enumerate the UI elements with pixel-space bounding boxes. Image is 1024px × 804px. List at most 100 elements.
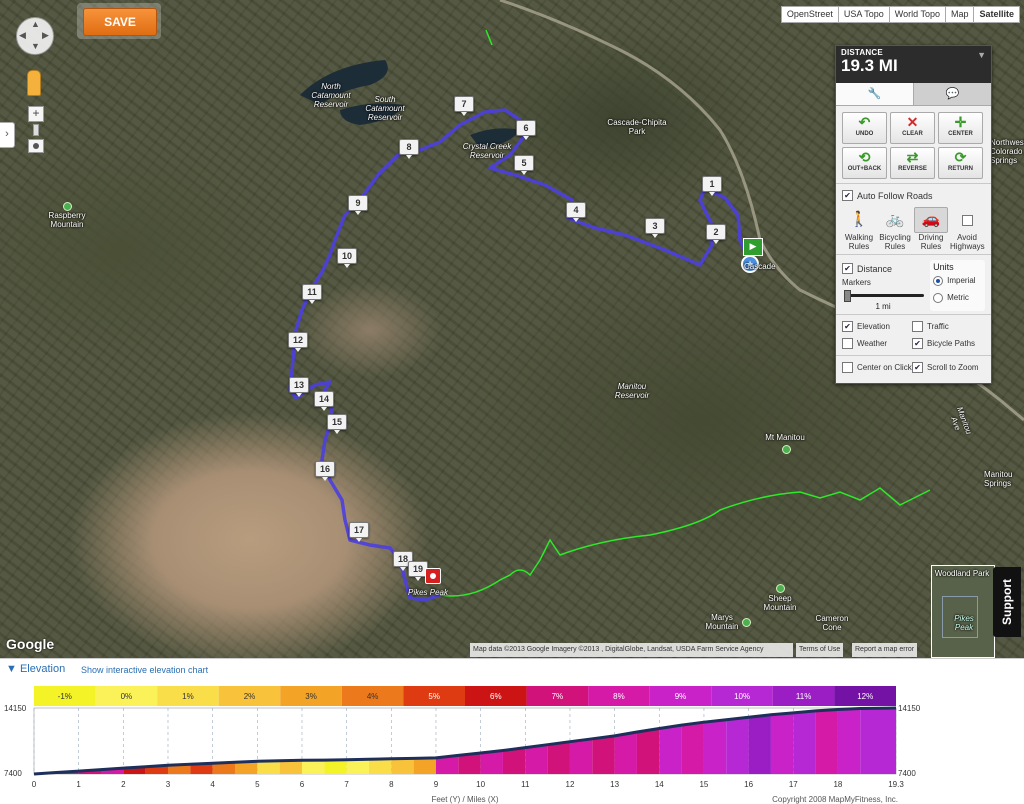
center-on-click-checkbox[interactable] <box>842 362 853 373</box>
map-type-map[interactable]: Map <box>944 6 975 23</box>
pan-up-icon[interactable]: ▲ <box>31 19 40 29</box>
collapse-panel-icon[interactable]: ▼ <box>977 50 986 60</box>
weather-checkbox[interactable] <box>842 338 853 349</box>
imperial-radio[interactable] <box>933 275 944 286</box>
out-and-back-button[interactable]: ⟲ OUT+BACK <box>842 147 887 179</box>
avoid-highways-checkbox[interactable] <box>961 214 973 226</box>
route-marker[interactable]: 1 <box>702 176 722 196</box>
comment-tab-icon[interactable]: 💬 <box>914 83 991 105</box>
x-tick-labels: 0 1 2 3 4 5 6 7 8 9 10 11 12 13 14 15 16 17 18 19.3 <box>32 780 905 789</box>
return-button[interactable]: ⟳ RETURN <box>938 147 983 179</box>
route-marker[interactable]: 13 <box>289 377 309 397</box>
elevation-chart: -1% 0% 1% 2% 3% 4% 5% 6% 7% 8% 9% 10% 11% 12% 0123456… <box>4 686 921 804</box>
map-label: Raspberry Mountain <box>48 211 86 229</box>
scroll-to-zoom-checkbox[interactable]: ✔ <box>912 362 923 373</box>
car-icon: 🚗 <box>914 207 948 233</box>
driving-rules-option[interactable]: 🚗 Driving Rules <box>914 207 948 251</box>
route-marker[interactable]: 12 <box>288 332 308 352</box>
clear-button[interactable]: ✕ CLEAR <box>890 112 935 144</box>
grade-bar <box>324 759 347 774</box>
route-marker[interactable]: 5 <box>514 155 534 175</box>
slider-knob[interactable] <box>844 290 851 302</box>
peak-pin-icon <box>63 202 72 211</box>
route-marker[interactable]: 11 <box>302 284 322 304</box>
zoom-out-button[interactable] <box>28 139 44 153</box>
route-marker[interactable]: 9 <box>348 195 368 215</box>
elevation-checkbox[interactable]: ✔ <box>842 321 853 332</box>
support-tab[interactable]: Support <box>993 567 1021 637</box>
grade-bar <box>525 744 548 774</box>
x-axis-label: Feet (Y) / Miles (X) <box>431 795 498 804</box>
route-marker[interactable]: 2 <box>706 224 726 244</box>
bicycle-path <box>439 487 931 597</box>
minimap-viewport <box>942 596 978 638</box>
x-tick-label: 9 <box>434 780 439 789</box>
wrench-tab-icon[interactable]: 🔧 <box>836 83 914 105</box>
map-type-openstreet[interactable]: OpenStreet <box>780 6 839 23</box>
grade-bar <box>346 759 369 774</box>
walking-rules-option[interactable]: 🚶 Walking Rules <box>842 207 876 251</box>
x-tick-label: 2 <box>121 780 126 789</box>
map-type-usa-topo[interactable]: USA Topo <box>837 6 890 23</box>
avoid-highways-option[interactable]: Avoid Highways <box>950 207 985 251</box>
grade-bar <box>391 758 414 774</box>
bicycle-paths-checkbox[interactable]: ✔ <box>912 338 923 349</box>
zoom-in-button[interactable]: + <box>28 106 44 122</box>
undo-button[interactable]: ↶ UNDO <box>842 112 887 144</box>
grade-bar <box>681 722 704 774</box>
overview-minimap[interactable]: Woodland Park Pikes Peak <box>931 565 995 658</box>
auto-follow-roads-checkbox[interactable]: ✔ <box>842 190 853 201</box>
map-label: Sheep Mountain <box>763 594 797 612</box>
collapse-left-arrow-icon[interactable]: › <box>0 122 15 148</box>
x-tick-label: 10 <box>476 780 485 789</box>
elevation-toggle[interactable]: ▼ Elevation <box>6 663 65 675</box>
units-label: Units <box>933 262 954 272</box>
save-button[interactable]: SAVE <box>83 8 157 36</box>
route-marker[interactable]: 17 <box>349 522 369 542</box>
route-marker[interactable]: 3 <box>645 218 665 238</box>
center-button[interactable]: ✛ CENTER <box>938 112 983 144</box>
y-tick-label: 7400 <box>4 769 22 778</box>
marker-interval-slider[interactable] <box>842 290 925 302</box>
interactive-chart-link[interactable]: Show interactive elevation chart <box>81 665 208 675</box>
distance-markers-checkbox[interactable]: ✔ <box>842 263 853 274</box>
map-type-world-topo[interactable]: World Topo <box>888 6 946 23</box>
pan-right-icon[interactable]: ▶ <box>42 30 49 41</box>
traffic-checkbox[interactable] <box>912 321 923 332</box>
collapse-triangle-icon[interactable]: ▼ <box>6 663 17 675</box>
route-marker[interactable]: 8 <box>399 139 419 159</box>
behavior-section: Center on Click ✔ Scroll to Zoom <box>836 355 991 379</box>
end-marker-icon[interactable] <box>425 568 441 584</box>
pan-control[interactable]: ▲ ◀ ▶ ▼ <box>16 17 54 55</box>
route-marker[interactable]: 15 <box>327 414 347 434</box>
zoom-slider-track[interactable] <box>33 124 39 136</box>
map-type-satellite[interactable]: Satellite <box>973 6 1020 23</box>
map-label: Marys Mountain <box>705 613 739 631</box>
route-marker[interactable]: 4 <box>566 202 586 222</box>
route-marker[interactable]: 7 <box>454 96 474 116</box>
start-flag-icon[interactable]: ▶ <box>743 238 763 256</box>
distance-value: 19.3 MI <box>841 56 898 75</box>
bicycling-rules-option[interactable]: 🚲 Bicycling Rules <box>878 207 912 251</box>
grade-legend: -1% 0% 1% 2% 3% 4% 5% 6% 7% 8% 9% 10% 11% 12% <box>34 686 896 706</box>
map-canvas[interactable]: 1 2 3 4 5 6 7 8 9 10 11 12 13 14 15 16 1… <box>0 0 1024 658</box>
street-view-pegman-icon[interactable] <box>27 70 41 96</box>
panel-tabs: 🔧 💬 <box>836 83 991 106</box>
pan-left-icon[interactable]: ◀ <box>19 30 26 41</box>
route-marker[interactable]: 14 <box>314 391 334 411</box>
markers-section: ✔ Distance Markers 1 mi Units Imperial Me… <box>836 254 991 314</box>
terms-of-use-link[interactable]: Terms of Use <box>796 643 844 657</box>
map-label: Pikes Peak <box>407 588 449 597</box>
clear-icon: ✕ <box>906 114 919 130</box>
out-back-icon: ⟲ <box>858 149 871 165</box>
route-marker[interactable]: 16 <box>315 461 335 481</box>
markers-label: Markers <box>842 278 871 287</box>
pan-down-icon[interactable]: ▼ <box>31 41 40 51</box>
metric-radio[interactable] <box>933 292 944 303</box>
route-marker[interactable]: 6 <box>516 120 536 140</box>
route-marker[interactable]: 10 <box>337 248 357 268</box>
reverse-button[interactable]: ⇄ REVERSE <box>890 147 935 179</box>
grade-bar <box>860 708 896 774</box>
report-map-error-link[interactable]: Report a map error <box>852 643 918 657</box>
walking-icon: 🚶 <box>849 211 869 228</box>
